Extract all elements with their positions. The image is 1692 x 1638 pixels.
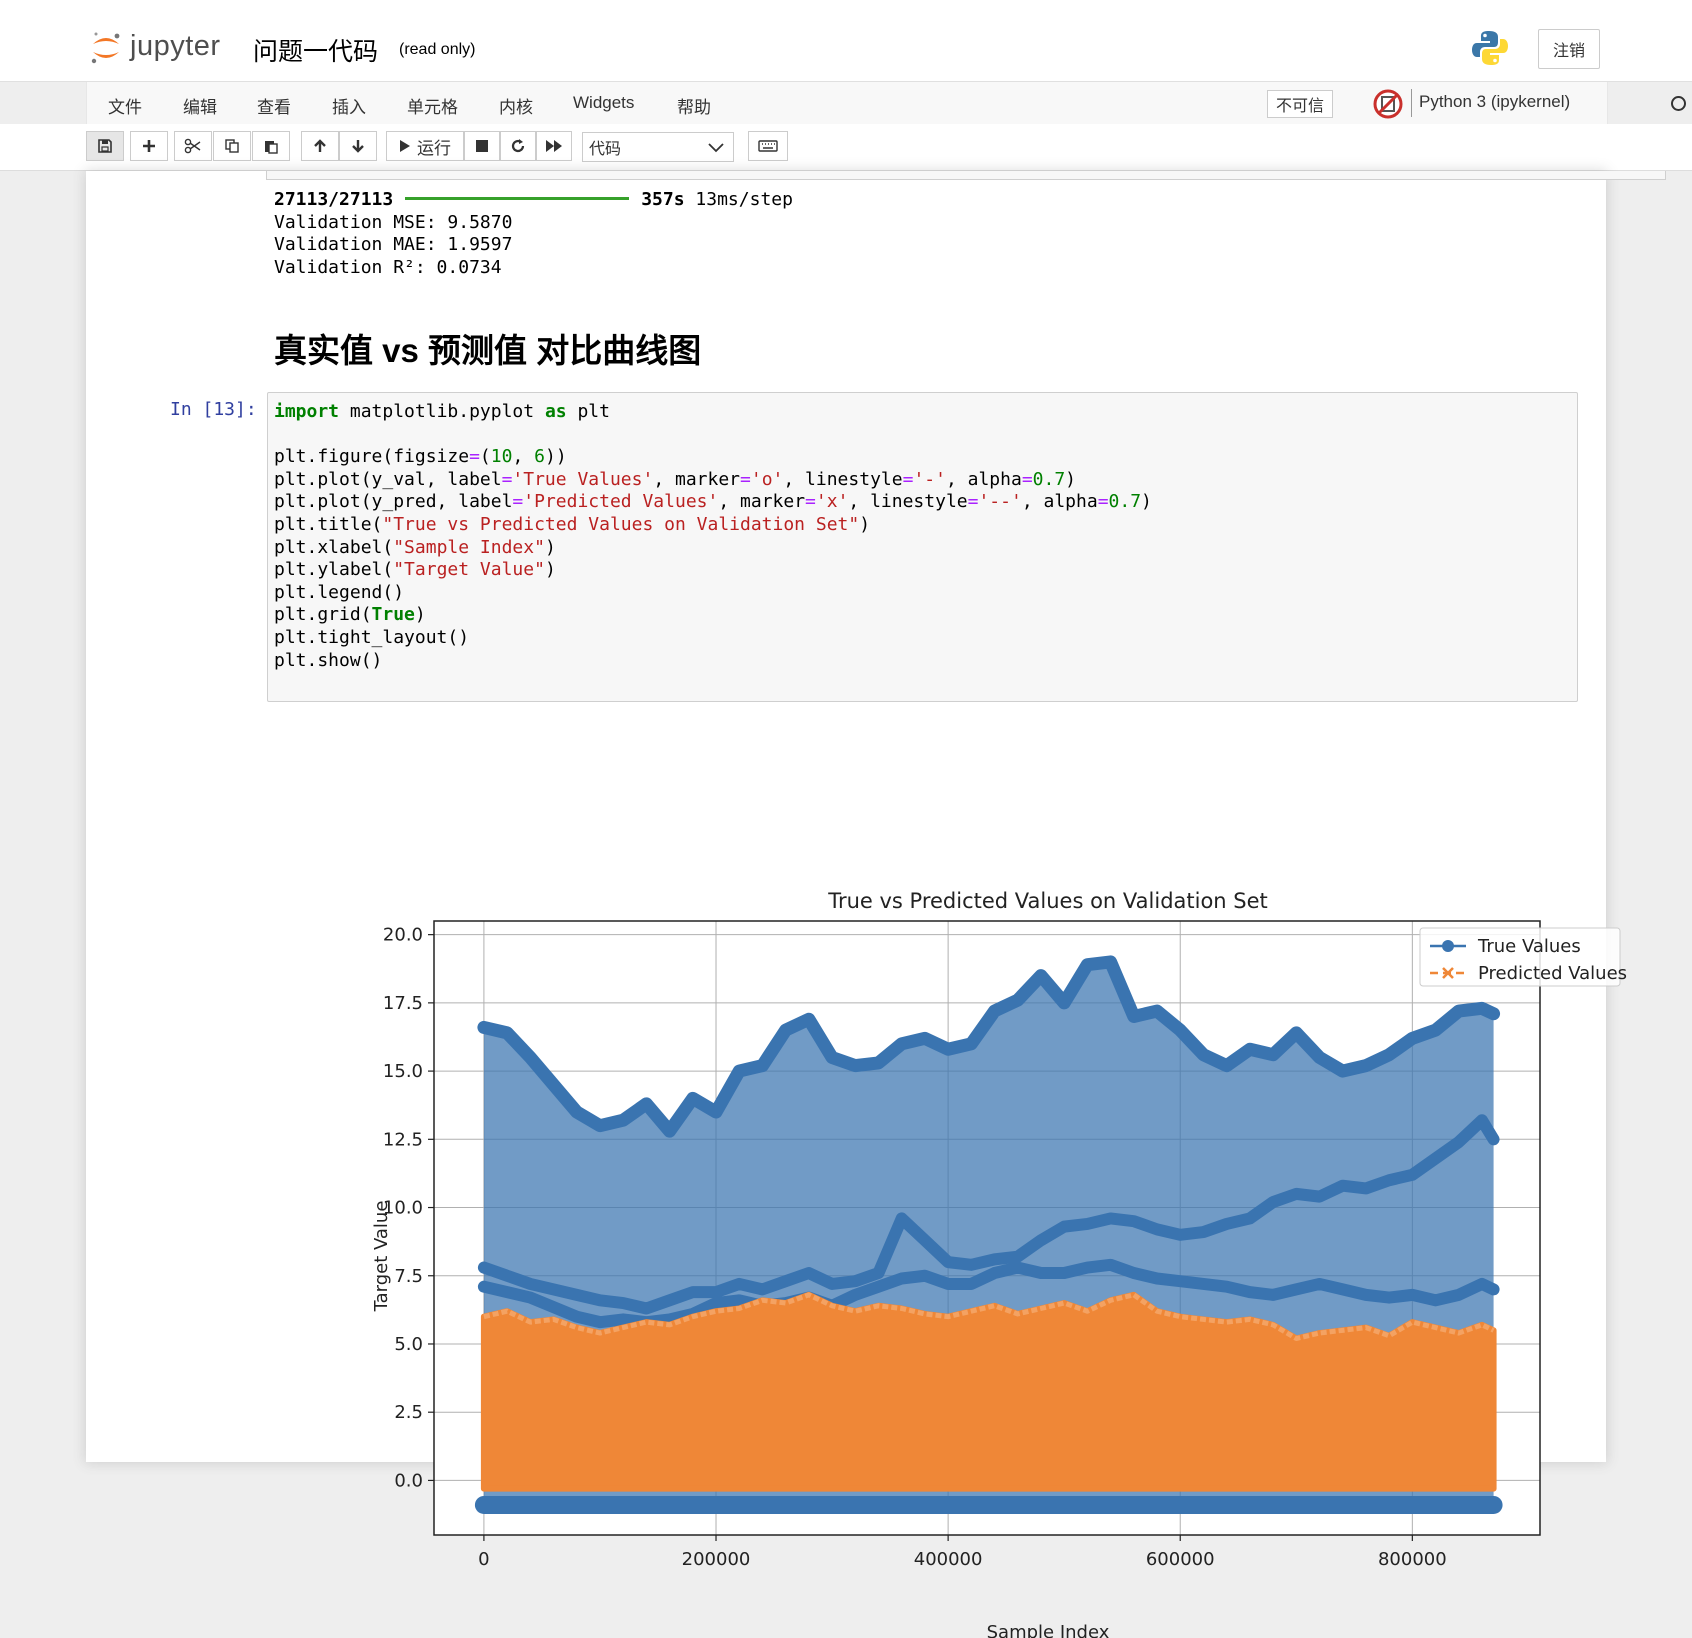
- progress-time: 357s: [641, 189, 685, 210]
- progress-rate: 13ms/step: [695, 189, 793, 210]
- notebook-container: 27113/27113 357s 13ms/step Validation MSE…: [86, 171, 1666, 1638]
- fast-forward-icon: [546, 140, 562, 152]
- kernel-name: Python 3 (ipykernel): [1419, 92, 1571, 111]
- kernel-separator: [1411, 89, 1412, 117]
- menu-cell[interactable]: 单元格: [407, 93, 458, 118]
- save-button[interactable]: [86, 131, 124, 161]
- run-label: 运行: [417, 138, 451, 158]
- previous-cell-edge: [266, 171, 1666, 180]
- section-heading: 真实值 vs 预测值 对比曲线图: [274, 332, 702, 369]
- move-cell-up-button[interactable]: [301, 131, 339, 161]
- jupyter-logo-text[interactable]: jupyter: [130, 30, 221, 63]
- copy-icon: [225, 139, 239, 153]
- menu-edit[interactable]: 编辑: [183, 93, 217, 118]
- x-tick-label: 800000: [1378, 1549, 1447, 1570]
- menu-kernel[interactable]: 内核: [499, 93, 533, 118]
- progress-count: 27113/27113: [274, 189, 394, 210]
- command-palette-button[interactable]: [748, 131, 788, 161]
- y-tick-label: 5.0: [394, 1334, 423, 1355]
- y-tick-label: 20.0: [383, 925, 423, 946]
- y-tick-label: 15.0: [383, 1061, 423, 1082]
- kernel-logo-icon: [1373, 89, 1403, 124]
- validation-r2: Validation R²: 0.0734: [274, 256, 502, 278]
- notebook-title[interactable]: 问题一代码: [253, 32, 378, 68]
- y-tick-label: 2.5: [394, 1402, 423, 1423]
- cell-prompt: In [13]:: [170, 399, 257, 420]
- cell-type-value: 代码: [589, 141, 622, 158]
- menu-insert[interactable]: 插入: [332, 93, 366, 118]
- cell-output-text: 27113/27113 357s 13ms/step Validation MSE…: [274, 189, 793, 279]
- code-cell-editor[interactable]: import matplotlib.pyplot as plt plt.figu…: [267, 392, 1578, 702]
- interrupt-kernel-button[interactable]: [464, 131, 500, 161]
- restart-icon: [511, 139, 525, 153]
- progress-bar: [405, 196, 630, 200]
- paste-icon: [265, 141, 278, 154]
- x-tick-label: 0: [478, 1549, 489, 1570]
- restart-kernel-button[interactable]: [500, 131, 536, 161]
- legend-marker-true: [1442, 940, 1454, 952]
- stop-icon: [476, 140, 488, 152]
- trust-indicator-button[interactable]: 不可信: [1267, 90, 1334, 118]
- y-axis-label: Target Value: [371, 1201, 392, 1313]
- x-axis-label: Sample Index: [987, 1622, 1110, 1638]
- arrow-up-icon: [314, 139, 326, 152]
- scissors-icon: [184, 138, 201, 154]
- x-tick-label: 600000: [1146, 1549, 1215, 1570]
- logout-button[interactable]: 注销: [1538, 29, 1600, 69]
- y-tick-label: 12.5: [383, 1129, 423, 1150]
- arrow-down-icon: [352, 140, 364, 153]
- copy-cells-button[interactable]: [213, 131, 251, 161]
- legend-label-true: True Values: [1477, 936, 1581, 957]
- menubar: 文件 编辑 查看 插入 单元格 内核 Widgets 帮助 不可信 Python…: [86, 82, 1686, 125]
- cut-cells-button[interactable]: [174, 131, 212, 161]
- y-tick-label: 17.5: [383, 993, 423, 1014]
- jupyter-logo-icon[interactable]: [90, 30, 122, 71]
- legend-label-pred: Predicted Values: [1478, 963, 1627, 984]
- menu-view[interactable]: 查看: [257, 93, 291, 118]
- x-tick-label: 200000: [682, 1549, 751, 1570]
- plus-icon: [143, 140, 155, 152]
- toolbar: 运行 代码: [0, 124, 1692, 171]
- y-tick-label: 7.5: [394, 1266, 423, 1287]
- python-logo-icon: [1470, 28, 1510, 73]
- read-only-indicator: (read only): [399, 41, 476, 58]
- play-icon: [400, 140, 410, 152]
- y-tick-label: 0.0: [394, 1470, 423, 1491]
- move-cell-down-button[interactable]: [339, 131, 377, 161]
- notebook-header: jupyter 问题一代码 (read only) 注销: [0, 0, 1692, 82]
- keyboard-icon: [758, 140, 778, 152]
- menu-help[interactable]: 帮助: [677, 93, 711, 118]
- validation-mse: Validation MSE: 9.5870: [274, 211, 513, 233]
- kernel-idle-status-icon: [1671, 96, 1686, 111]
- menu-file[interactable]: 文件: [108, 93, 142, 118]
- save-icon: [98, 139, 112, 153]
- chart-title: True vs Predicted Values on Validation S…: [827, 889, 1268, 913]
- cell-type-select[interactable]: 代码: [582, 132, 734, 162]
- run-cell-button[interactable]: 运行: [386, 131, 464, 161]
- code-text: import matplotlib.pyplot as plt plt.figu…: [274, 401, 1152, 671]
- chevron-down-icon: [708, 143, 724, 153]
- validation-mae: Validation MAE: 1.9597: [274, 234, 513, 255]
- x-tick-label: 400000: [914, 1549, 983, 1570]
- menu-widgets[interactable]: Widgets: [573, 93, 634, 113]
- chart-legend: True Values Predicted Values: [1419, 927, 1627, 987]
- insert-cell-below-button[interactable]: [130, 131, 168, 161]
- restart-run-all-button[interactable]: [536, 131, 572, 161]
- chart: 0 200000 400000 600000 8000000.02.55.07.510.…: [371, 889, 1627, 1638]
- paste-cells-button[interactable]: [252, 131, 290, 161]
